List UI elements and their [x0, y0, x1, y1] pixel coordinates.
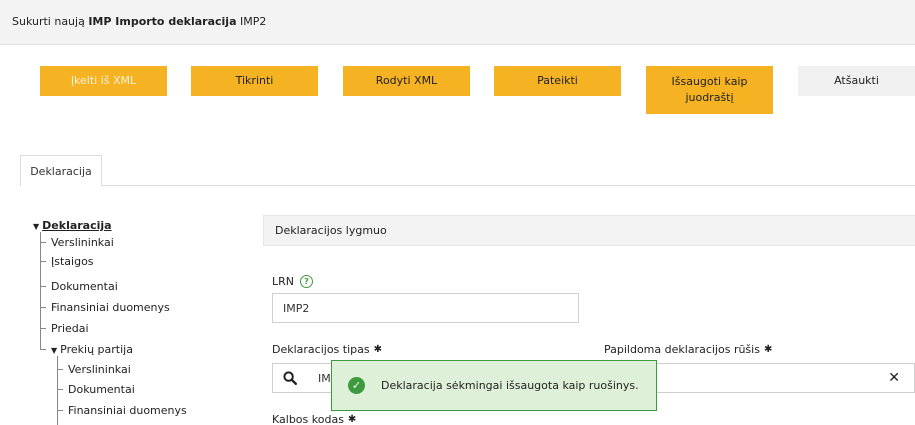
- tree-sub-label: Prekių partija: [60, 343, 133, 356]
- check-circle-icon: ✓: [348, 377, 365, 394]
- page-title-prefix: Sukurti naują: [12, 15, 85, 28]
- save-draft-button[interactable]: Išsaugoti kaip juodraštį: [646, 66, 773, 114]
- decl-type-label-text: Deklaracijos tipas: [272, 343, 370, 356]
- extra-type-label: Papildoma deklaracijos rūšis ✱: [604, 343, 772, 356]
- page-title: Sukurti naują IMP Importo deklaracija IM…: [12, 15, 266, 28]
- section-header: Deklaracijos lygmuo: [263, 215, 915, 246]
- caret-down-icon[interactable]: ▼: [33, 222, 39, 231]
- tree-sub-item-finansiniai[interactable]: Finansiniai duomenys: [68, 404, 187, 417]
- search-icon[interactable]: [283, 371, 297, 385]
- tab-deklaracija[interactable]: Deklaracija: [20, 155, 102, 186]
- upload-xml-button[interactable]: Įkelti iš XML: [40, 66, 167, 96]
- lrn-label: LRN ?: [272, 275, 313, 288]
- cancel-button[interactable]: Atšaukti: [798, 66, 915, 96]
- close-icon[interactable]: ✕: [888, 370, 900, 386]
- submit-button[interactable]: Pateikti: [494, 66, 621, 96]
- tree-sub-prekiu-partija[interactable]: ▼ Prekių partija: [51, 343, 133, 356]
- required-asterisk-icon: ✱: [347, 414, 357, 425]
- check-button[interactable]: Tikrinti: [191, 66, 318, 96]
- toast-message: Deklaracija sėkmingai išsaugota kaip ruo…: [381, 379, 639, 392]
- help-icon[interactable]: ?: [300, 275, 313, 288]
- tab-divider: [20, 185, 915, 186]
- success-toast: ✓ Deklaracija sėkmingai išsaugota kaip r…: [331, 360, 657, 411]
- decl-type-label: Deklaracijos tipas ✱: [272, 343, 382, 356]
- page-header: Sukurti naują IMP Importo deklaracija IM…: [0, 0, 915, 45]
- tree-item-priedai[interactable]: Priedai: [51, 322, 89, 335]
- lrn-value: IMP2: [283, 301, 310, 315]
- tree-item-finansiniai[interactable]: Finansiniai duomenys: [51, 301, 170, 314]
- show-xml-button[interactable]: Rodyti XML: [343, 66, 470, 96]
- required-asterisk-icon: ✱: [373, 344, 382, 355]
- tree-connector: [40, 232, 41, 349]
- tree-sub-item-dokumentai[interactable]: Dokumentai: [68, 383, 135, 396]
- extra-type-label-text: Papildoma deklaracijos rūšis: [604, 343, 760, 356]
- tree-root[interactable]: ▼ Deklaracija: [33, 219, 112, 232]
- section-title: Deklaracijos lygmuo: [275, 224, 387, 237]
- lang-code-label: Kalbos kodas ✱: [272, 413, 356, 425]
- tree-sub-connector: [57, 356, 58, 425]
- decl-type-value: IM: [318, 372, 331, 385]
- lang-code-label-text: Kalbos kodas: [272, 413, 344, 425]
- tree-item-dokumentai[interactable]: Dokumentai: [51, 280, 118, 293]
- tree-root-label: Deklaracija: [42, 219, 112, 232]
- tree-item-istaigos[interactable]: Įstaigos: [51, 255, 94, 268]
- lrn-label-text: LRN: [272, 275, 294, 288]
- tree-sub-item-verslininkai[interactable]: Verslininkai: [68, 363, 131, 376]
- caret-down-icon[interactable]: ▼: [51, 346, 57, 355]
- lrn-input[interactable]: IMP2: [272, 293, 579, 323]
- tree-item-verslininkai[interactable]: Verslininkai: [51, 236, 114, 249]
- page-title-bold: IMP Importo deklaracija: [88, 15, 237, 28]
- required-asterisk-icon: ✱: [763, 344, 773, 355]
- page-title-suffix: IMP2: [240, 15, 267, 28]
